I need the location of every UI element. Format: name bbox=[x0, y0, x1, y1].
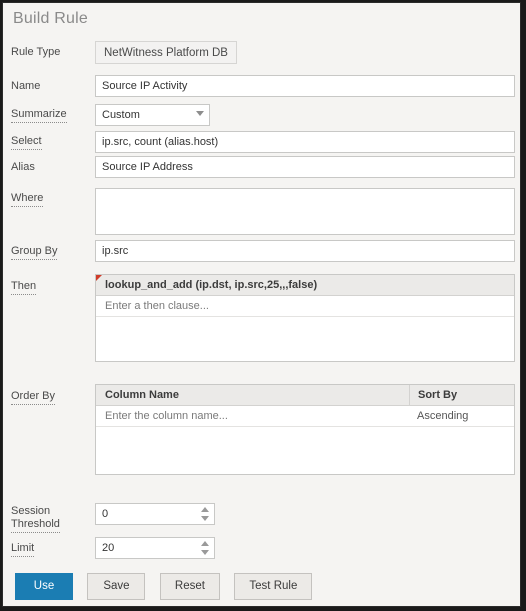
summarize-select[interactable]: Custom bbox=[95, 104, 210, 126]
summarize-label: Summarize bbox=[11, 108, 67, 123]
column-header-column-name[interactable]: Column Name bbox=[96, 385, 409, 405]
select-label: Select bbox=[11, 135, 42, 150]
then-new-clause-row[interactable]: Enter a then clause... bbox=[96, 296, 514, 317]
select-input[interactable] bbox=[95, 131, 515, 153]
button-bar: Use Save Reset Test Rule bbox=[15, 573, 322, 600]
alias-input[interactable] bbox=[95, 156, 515, 178]
session-threshold-input[interactable] bbox=[95, 503, 215, 525]
order-by-empty-area bbox=[96, 427, 514, 473]
name-label: Name bbox=[11, 80, 41, 92]
then-label: Then bbox=[11, 280, 37, 295]
reset-button[interactable]: Reset bbox=[159, 573, 220, 600]
warning-flag-icon bbox=[96, 275, 102, 281]
order-by-header-row: Column Name Sort By bbox=[96, 385, 514, 406]
column-header-sort-by[interactable]: Sort By bbox=[409, 385, 514, 405]
order-by-sort-by-cell[interactable]: Ascending bbox=[409, 406, 514, 426]
name-input[interactable] bbox=[95, 75, 515, 97]
rule-type-value: NetWitness Platform DB bbox=[95, 41, 237, 64]
then-placeholder-text: Enter a then clause... bbox=[105, 300, 209, 312]
then-empty-area bbox=[96, 317, 514, 360]
then-clause-text: lookup_and_add (ip.dst, ip.src,25,,,fals… bbox=[105, 279, 318, 291]
page-title: Build Rule bbox=[13, 10, 88, 27]
group-by-input[interactable] bbox=[95, 240, 515, 262]
then-panel: lookup_and_add (ip.dst, ip.src,25,,,fals… bbox=[95, 274, 515, 362]
limit-input[interactable] bbox=[95, 537, 215, 559]
test-rule-button[interactable]: Test Rule bbox=[234, 573, 313, 600]
use-button[interactable]: Use bbox=[15, 573, 73, 600]
where-label: Where bbox=[11, 192, 44, 207]
where-textarea[interactable] bbox=[95, 188, 515, 235]
order-by-column-name-cell[interactable]: Enter the column name... bbox=[96, 406, 409, 426]
build-rule-panel: Build Rule Rule Type NetWitness Platform… bbox=[2, 2, 521, 607]
session-threshold-label: Session Threshold bbox=[11, 505, 60, 533]
limit-label: Limit bbox=[11, 542, 35, 557]
order-by-panel: Column Name Sort By Enter the column nam… bbox=[95, 384, 515, 475]
order-by-row[interactable]: Enter the column name... Ascending bbox=[96, 406, 514, 427]
then-clause-row[interactable]: lookup_and_add (ip.dst, ip.src,25,,,fals… bbox=[96, 275, 514, 296]
save-button[interactable]: Save bbox=[87, 573, 146, 600]
alias-label: Alias bbox=[11, 161, 35, 173]
group-by-label: Group By bbox=[11, 245, 58, 260]
order-by-label: Order By bbox=[11, 390, 56, 405]
rule-type-label: Rule Type bbox=[11, 46, 61, 58]
